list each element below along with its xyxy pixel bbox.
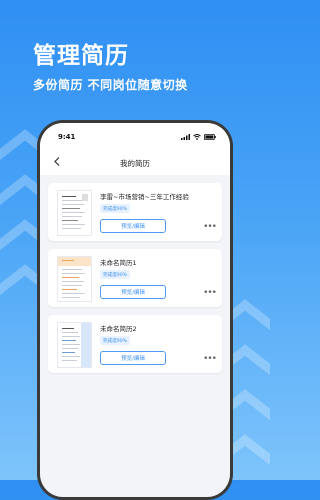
battery-icon bbox=[204, 134, 216, 140]
more-options-icon[interactable]: ••• bbox=[203, 223, 217, 232]
preview-edit-button[interactable]: 预览/编辑 bbox=[100, 219, 166, 233]
resume-thumbnail bbox=[57, 256, 92, 302]
chevron-left-icon bbox=[54, 157, 60, 166]
resume-title: 未命名简历1 bbox=[100, 259, 137, 267]
promo-title: 管理简历 bbox=[33, 43, 129, 69]
status-bar: 9:41 bbox=[40, 123, 230, 151]
preview-edit-button[interactable]: 预览/编辑 bbox=[100, 351, 166, 365]
wifi-icon bbox=[193, 134, 201, 140]
resume-card[interactable]: 未命名简历1 完成度90% 预览/编辑 ••• bbox=[48, 249, 222, 307]
resume-card[interactable]: 未命名简历2 完成度90% 预览/编辑 ••• bbox=[48, 315, 222, 373]
nav-bar: 我的简历 bbox=[40, 151, 230, 175]
more-options-icon[interactable]: ••• bbox=[203, 355, 217, 364]
signal-icon bbox=[181, 134, 190, 140]
phone-mockup: 9:41 我的简历 李雷~市场营销~三年工作经验 完成度90% 预览/编辑 ••… bbox=[37, 120, 233, 500]
resume-card[interactable]: 李雷~市场营销~三年工作经验 完成度90% 预览/编辑 ••• bbox=[48, 183, 222, 241]
completeness-badge: 完成度90% bbox=[100, 270, 130, 279]
promo-subtitle: 多份简历 不同岗位随意切换 bbox=[33, 78, 188, 92]
more-options-icon[interactable]: ••• bbox=[203, 289, 217, 298]
back-button[interactable] bbox=[54, 156, 60, 169]
status-icons bbox=[181, 134, 216, 140]
phone-screen: 9:41 我的简历 李雷~市场营销~三年工作经验 完成度90% 预览/编辑 ••… bbox=[40, 123, 230, 497]
status-time: 9:41 bbox=[58, 133, 76, 141]
preview-edit-button[interactable]: 预览/编辑 bbox=[100, 285, 166, 299]
resume-thumbnail bbox=[57, 190, 92, 236]
completeness-badge: 完成度90% bbox=[100, 336, 130, 345]
resume-title: 未命名简历2 bbox=[100, 325, 137, 333]
resume-title: 李雷~市场营销~三年工作经验 bbox=[100, 193, 189, 201]
resume-thumbnail bbox=[57, 322, 92, 368]
page-title: 我的简历 bbox=[120, 158, 150, 168]
completeness-badge: 完成度90% bbox=[100, 204, 130, 213]
